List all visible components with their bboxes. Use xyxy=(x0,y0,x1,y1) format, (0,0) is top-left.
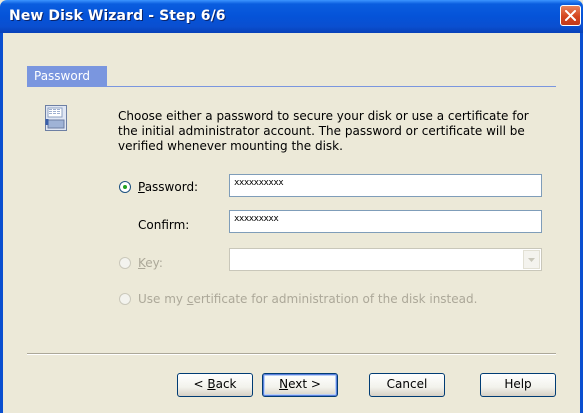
dropdown-button[interactable] xyxy=(523,250,540,269)
password-label-accel: P xyxy=(138,180,145,194)
back-button-rest: ack xyxy=(215,377,237,391)
help-button[interactable]: Help xyxy=(480,373,556,397)
certificate-label-rest: ertificate for administration of the dis… xyxy=(193,292,478,306)
button-separator xyxy=(27,353,556,355)
radio-selected-dot xyxy=(123,185,127,189)
description-text: Choose either a password to secure your … xyxy=(118,109,529,153)
key-label-rest: ey: xyxy=(145,256,163,270)
close-icon xyxy=(565,10,576,21)
back-button[interactable]: < Back xyxy=(177,373,253,397)
certificate-radio[interactable] xyxy=(119,293,131,305)
disk-icon xyxy=(45,105,67,131)
confirm-label: Confirm: xyxy=(138,218,190,232)
section-header: Password xyxy=(27,66,107,86)
next-button[interactable]: Next > xyxy=(262,373,338,397)
confirm-input[interactable]: xxxxxxxxx xyxy=(229,210,542,233)
back-button-accel: B xyxy=(207,377,216,391)
certificate-label[interactable]: Use my certificate for administration of… xyxy=(138,292,477,306)
wizard-window: New Disk Wizard - Step 6/6 Password Choo… xyxy=(0,0,583,413)
password-label[interactable]: Password: xyxy=(138,180,198,194)
window-border-left xyxy=(0,33,3,413)
key-radio[interactable] xyxy=(119,257,131,269)
cancel-button[interactable]: Cancel xyxy=(369,373,445,397)
section-divider xyxy=(27,86,556,87)
password-label-rest: assword: xyxy=(144,180,199,194)
next-button-accel: N xyxy=(279,377,289,391)
next-button-rest: ext > xyxy=(288,377,321,391)
window-title: New Disk Wizard - Step 6/6 xyxy=(9,8,226,24)
password-radio[interactable] xyxy=(119,181,131,193)
back-button-prefix: < xyxy=(193,377,208,391)
title-bar[interactable]: New Disk Wizard - Step 6/6 xyxy=(0,0,583,33)
certificate-label-prefix: Use my xyxy=(138,292,187,306)
key-label[interactable]: Key: xyxy=(138,256,163,270)
chevron-down-icon xyxy=(528,258,535,262)
password-input[interactable]: xxxxxxxxxx xyxy=(229,174,542,197)
close-button[interactable] xyxy=(560,5,581,26)
key-select[interactable] xyxy=(229,248,542,271)
